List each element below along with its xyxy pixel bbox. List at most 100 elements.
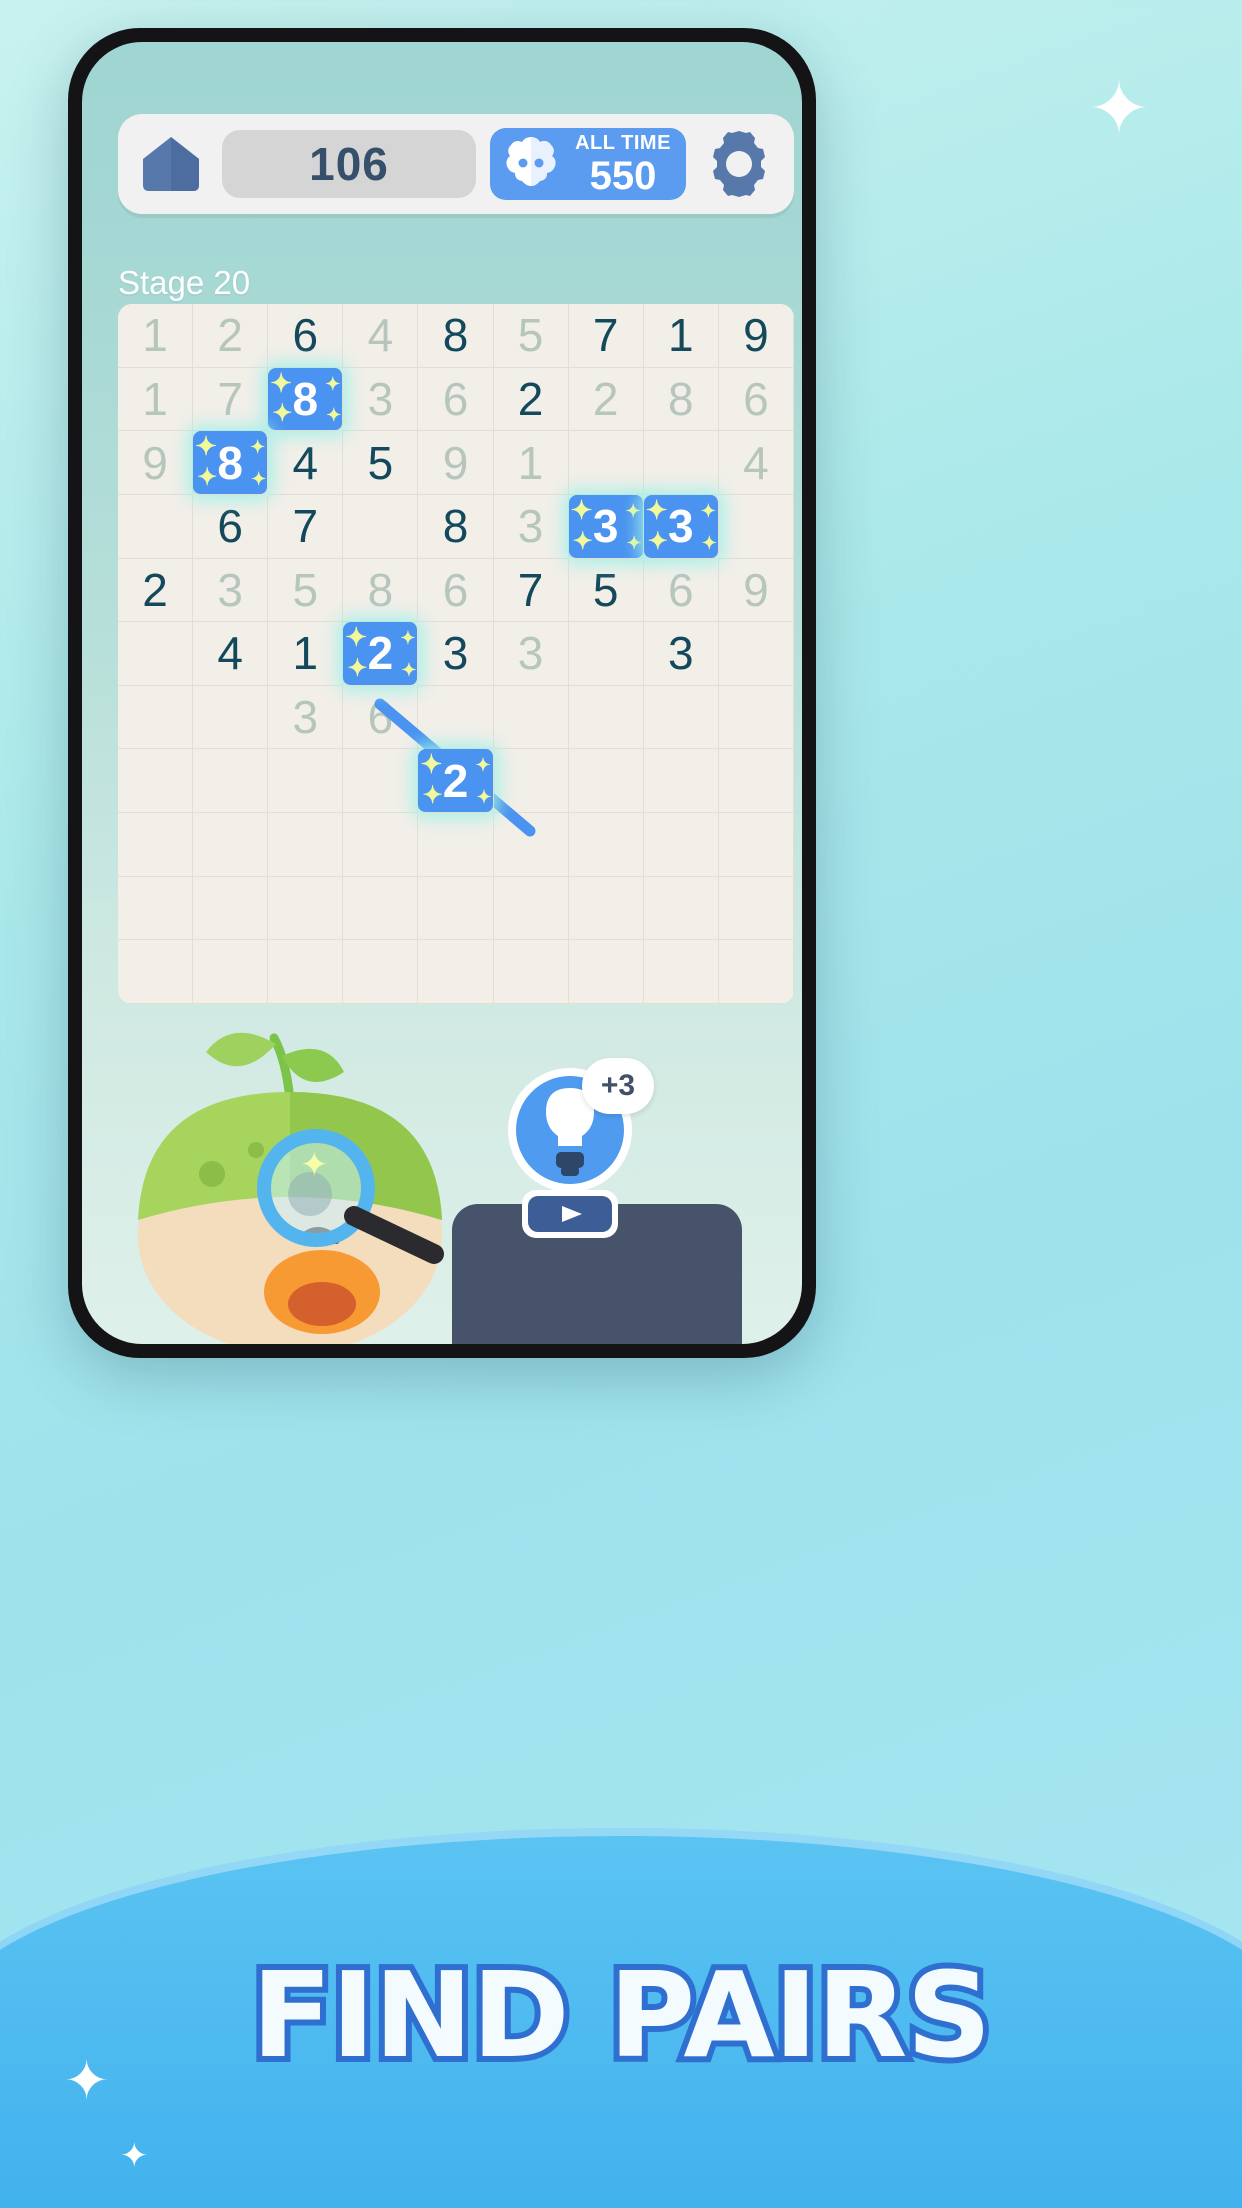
board-cell[interactable]: 2: [118, 558, 194, 623]
board-cell: [568, 685, 644, 750]
board-cell[interactable]: 6: [343, 685, 419, 750]
board-cell[interactable]: 4: [343, 304, 419, 368]
board-cell: [718, 494, 794, 559]
board-cell[interactable]: 3: [343, 367, 419, 432]
settings-button[interactable]: [700, 127, 778, 201]
board-cell[interactable]: 2: [493, 367, 569, 432]
sparkle-icon: ✦: [345, 622, 368, 653]
board-cell[interactable]: 6: [268, 304, 344, 368]
promo-banner: FIND PAIRS: [0, 1828, 1242, 2208]
board-cell-selected[interactable]: 8 ✦ ✦ ✦ ✦: [193, 431, 269, 495]
sparkle-icon: ✦: [325, 373, 341, 394]
home-button[interactable]: [134, 132, 208, 196]
board-cell-selected[interactable]: 3 ✦ ✦ ✦ ✦: [643, 494, 719, 559]
board-cell[interactable]: 2: [193, 304, 269, 368]
board-cell[interactable]: 1: [118, 304, 194, 368]
board-cell[interactable]: 3: [193, 558, 269, 623]
board-cell: [418, 940, 494, 1004]
board-cell[interactable]: 6: [718, 367, 794, 432]
board-cell: [493, 685, 569, 750]
board-cell: [718, 813, 794, 877]
board-cell[interactable]: 6: [193, 494, 269, 559]
board-cell: [718, 685, 794, 750]
board-cell[interactable]: 7: [268, 494, 344, 559]
board-cell: [418, 813, 494, 877]
board-cell[interactable]: 7: [493, 558, 569, 623]
board-cell: [718, 876, 794, 941]
sparkle-icon: ✦: [626, 532, 642, 553]
board-cell-selected[interactable]: 3 ✦ ✦ ✦ ✦: [568, 494, 644, 559]
board-cell: [343, 940, 419, 1004]
board-cell[interactable]: 5: [343, 431, 419, 495]
sparkle-icon: ✦: [197, 463, 218, 491]
board-cell[interactable]: 5: [493, 304, 569, 368]
board-cell: [643, 813, 719, 877]
board-cell[interactable]: 7: [193, 367, 269, 432]
board-cell[interactable]: 1: [118, 367, 194, 432]
sparkle-icon: ✦: [250, 437, 266, 458]
mascot-character: ✦: [138, 1032, 444, 1344]
board-cell[interactable]: 6: [643, 558, 719, 623]
board-cell-selected[interactable]: 8 ✦ ✦ ✦ ✦: [268, 367, 344, 432]
board-cell-selected[interactable]: 2 ✦ ✦ ✦ ✦: [343, 622, 419, 686]
board-cell: [193, 749, 269, 814]
board-cell: [643, 431, 719, 495]
board-cell: [493, 749, 569, 814]
board-cell-selected[interactable]: 2 ✦ ✦ ✦ ✦: [418, 749, 494, 814]
phone-screen: 106 ALL TIME 550 Stage 20 1 2 6 4 8 5 7 …: [82, 42, 802, 1344]
board-cell[interactable]: 7: [568, 304, 644, 368]
board-cell: [643, 685, 719, 750]
board-cell[interactable]: 8: [418, 304, 494, 368]
board-cell[interactable]: 1: [493, 431, 569, 495]
gear-icon: [713, 131, 765, 197]
board-cell[interactable]: 1: [643, 304, 719, 368]
board-cell[interactable]: 4: [718, 431, 794, 495]
board-cell[interactable]: 5: [568, 558, 644, 623]
board-cell: [643, 940, 719, 1004]
board-cell[interactable]: 3: [418, 622, 494, 686]
board-cell: [568, 431, 644, 495]
board-cell: [343, 494, 419, 559]
watch-video-button[interactable]: [522, 1190, 618, 1238]
board-cell[interactable]: 1: [268, 622, 344, 686]
board-cell[interactable]: 4: [268, 431, 344, 495]
board-cell[interactable]: 6: [418, 367, 494, 432]
board-cell[interactable]: 9: [718, 304, 794, 368]
board-cell[interactable]: 9: [118, 431, 194, 495]
board-cell[interactable]: 9: [418, 431, 494, 495]
puzzle-board[interactable]: 1 2 6 4 8 5 7 1 9 1 7 8 ✦ ✦ ✦ ✦ 3 6 2 2 8 6 9 8 ✦ ✦ ✦ ✦ 4 5 9 1 4 6 7 8 3 3 ✦ ✦…: [118, 304, 794, 1004]
hud-bar: 106 ALL TIME 550: [118, 114, 794, 226]
all-time-badge[interactable]: ALL TIME 550: [490, 128, 686, 200]
home-icon: [143, 137, 199, 191]
board-cell: [643, 749, 719, 814]
board-cell: [118, 749, 194, 814]
hint-button[interactable]: +3: [490, 1058, 654, 1238]
sparkle-icon: ✦: [701, 532, 717, 553]
board-cell: [418, 876, 494, 941]
sparkle-icon: ✦: [401, 659, 417, 680]
board-cell: [568, 622, 644, 686]
board-cell: [718, 622, 794, 686]
board-cell[interactable]: 8: [418, 494, 494, 559]
board-cell[interactable]: 4: [193, 622, 269, 686]
sparkle-icon: ✦: [120, 2137, 149, 2175]
sparkle-icon: ✦: [570, 494, 593, 525]
board-cell: [718, 749, 794, 814]
board-cell[interactable]: 8: [643, 367, 719, 432]
board-cell[interactable]: 6: [418, 558, 494, 623]
board-cell[interactable]: 3: [493, 494, 569, 559]
board-cell: [193, 876, 269, 941]
board-cell[interactable]: 9: [718, 558, 794, 623]
board-cell[interactable]: 3: [643, 622, 719, 686]
board-cell[interactable]: 8: [343, 558, 419, 623]
board-cell: [268, 876, 344, 941]
board-cell[interactable]: 3: [493, 622, 569, 686]
board-cell: [418, 685, 494, 750]
svg-text:✦: ✦: [300, 1145, 329, 1185]
board-cell[interactable]: 2: [568, 367, 644, 432]
board-cell[interactable]: 3: [268, 685, 344, 750]
board-cell: [118, 685, 194, 750]
sparkle-icon: ✦: [700, 500, 716, 521]
board-cell[interactable]: 5: [268, 558, 344, 623]
all-time-value: 550: [589, 153, 657, 198]
